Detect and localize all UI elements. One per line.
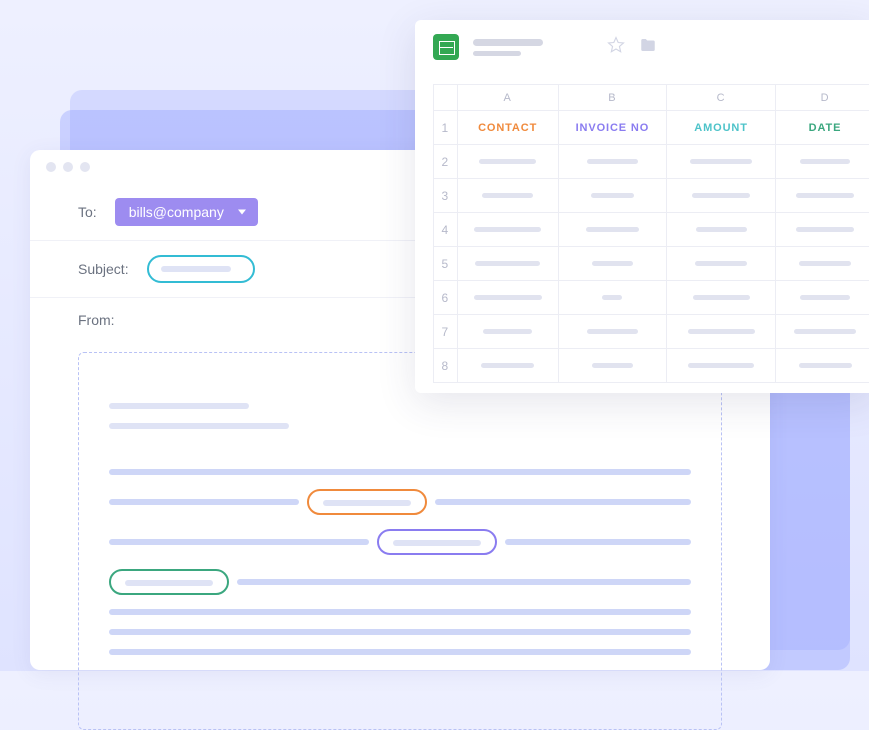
cell[interactable] — [457, 213, 558, 247]
spreadsheet-grid[interactable]: A B C D 1 CONTACT INVOICE NO AMOUNT DATE… — [433, 84, 869, 383]
cell[interactable] — [776, 213, 869, 247]
cell[interactable] — [667, 145, 776, 179]
col-letter[interactable]: D — [776, 85, 869, 111]
body-placeholder-line — [109, 539, 369, 545]
cell[interactable] — [457, 349, 558, 383]
cell[interactable] — [558, 213, 666, 247]
body-placeholder-line — [109, 499, 299, 505]
body-placeholder-line — [109, 649, 691, 655]
cell[interactable] — [776, 315, 869, 349]
cell[interactable] — [558, 145, 666, 179]
spreadsheet-window: A B C D 1 CONTACT INVOICE NO AMOUNT DATE… — [415, 20, 869, 393]
row-number[interactable]: 8 — [434, 349, 458, 383]
col-letter[interactable]: C — [667, 85, 776, 111]
row-number[interactable]: 6 — [434, 281, 458, 315]
cell[interactable] — [457, 179, 558, 213]
to-recipient-pill[interactable]: bills@company — [115, 198, 258, 226]
cell[interactable] — [457, 145, 558, 179]
body-placeholder-line — [505, 539, 691, 545]
subject-label: Subject: — [78, 261, 129, 277]
row-number[interactable]: 3 — [434, 179, 458, 213]
email-body-editor[interactable] — [78, 352, 722, 730]
body-placeholder-line — [109, 609, 691, 615]
cell[interactable] — [667, 349, 776, 383]
spreadsheet-title-placeholder — [473, 39, 543, 56]
row-number[interactable]: 1 — [434, 111, 458, 145]
cell[interactable] — [558, 247, 666, 281]
star-icon[interactable] — [607, 36, 625, 59]
body-placeholder-line — [109, 403, 249, 409]
body-placeholder-line — [435, 499, 691, 505]
col-letter[interactable]: B — [558, 85, 666, 111]
window-dot[interactable] — [80, 162, 90, 172]
contact-variable-chip[interactable] — [307, 489, 427, 515]
from-label: From: — [78, 312, 115, 328]
body-placeholder-line — [109, 423, 289, 429]
invoice-variable-chip[interactable] — [377, 529, 497, 555]
spreadsheet-header — [415, 20, 869, 74]
cell[interactable] — [558, 349, 666, 383]
cell[interactable] — [776, 179, 869, 213]
folder-icon[interactable] — [639, 36, 657, 59]
google-sheets-icon — [433, 34, 459, 60]
cell[interactable] — [776, 281, 869, 315]
row-number[interactable]: 7 — [434, 315, 458, 349]
cell[interactable] — [558, 179, 666, 213]
row-number[interactable]: 5 — [434, 247, 458, 281]
col-letter[interactable]: A — [457, 85, 558, 111]
cell[interactable] — [457, 315, 558, 349]
to-label: To: — [78, 204, 97, 220]
window-dot[interactable] — [63, 162, 73, 172]
cell[interactable] — [776, 349, 869, 383]
subject-variable-chip[interactable] — [147, 255, 255, 283]
header-contact[interactable]: CONTACT — [457, 111, 558, 145]
cell[interactable] — [776, 145, 869, 179]
row-number[interactable]: 4 — [434, 213, 458, 247]
row-number[interactable]: 2 — [434, 145, 458, 179]
header-date[interactable]: DATE — [776, 111, 869, 145]
cell[interactable] — [667, 281, 776, 315]
cell[interactable] — [667, 179, 776, 213]
cell[interactable] — [667, 213, 776, 247]
body-placeholder-line — [109, 469, 691, 475]
cell[interactable] — [457, 281, 558, 315]
cell[interactable] — [667, 247, 776, 281]
header-amount[interactable]: AMOUNT — [667, 111, 776, 145]
body-placeholder-line — [109, 629, 691, 635]
date-variable-chip[interactable] — [109, 569, 229, 595]
cell[interactable] — [667, 315, 776, 349]
cell[interactable] — [457, 247, 558, 281]
cell[interactable] — [558, 315, 666, 349]
cell[interactable] — [558, 281, 666, 315]
body-placeholder-line — [237, 579, 691, 585]
window-dot[interactable] — [46, 162, 56, 172]
cell[interactable] — [776, 247, 869, 281]
header-invoice[interactable]: INVOICE NO — [558, 111, 666, 145]
